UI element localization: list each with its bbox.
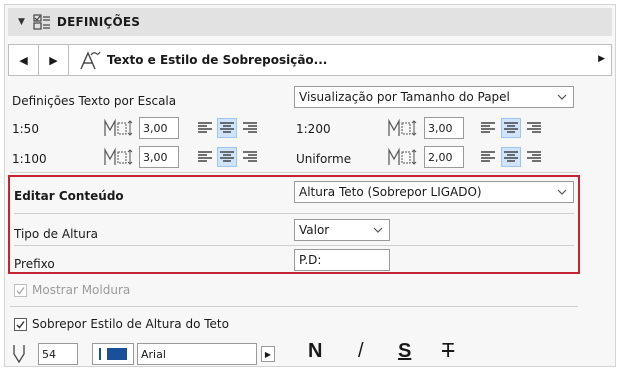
triangle-right-icon: ▶ [49,53,58,67]
font-name-input[interactable]: Arial [137,343,257,365]
align-center-button[interactable] [501,147,521,167]
next-button[interactable]: ▶ [39,45,69,75]
pen-icon [13,345,25,364]
underline-button[interactable]: S [398,340,411,363]
section-header[interactable]: ▼ DEFINIÇÕES [8,8,612,36]
triangle-left-icon: ◀ [19,53,28,67]
height-type-label: Tipo de Altura [14,227,99,241]
divider [10,172,578,173]
chevron-down-icon [557,94,567,100]
align-left-icon [481,151,495,162]
edit-content-label: Editar Conteúdo [14,189,124,203]
scale-uniform-size-input[interactable]: 2,00 [424,146,464,168]
color-bar-icon [99,348,101,360]
scale-mode-dropdown[interactable]: Visualização por Tamanho do Papel [294,86,574,108]
align-right-button[interactable] [240,118,260,138]
override-style-checkbox[interactable] [14,318,27,331]
text-size-icon [388,118,417,136]
align-left-icon [481,122,495,133]
prefix-input[interactable]: P.D: [294,249,390,271]
style-title-button[interactable]: Texto e Estilo de Sobreposição... [107,53,327,67]
align-center-icon [504,122,518,133]
align-left-button[interactable] [478,147,498,167]
edit-content-dropdown[interactable]: Altura Teto (Sobrepor LIGADO) [294,181,574,203]
edit-content-value: Altura Teto (Sobrepor LIGADO) [299,185,482,199]
text-style-icon [80,51,101,70]
scale-row-1-left-label: 1:50 [12,122,39,136]
align-right-icon [243,151,257,162]
font-menu-button[interactable]: ▶ [261,346,275,362]
scale-row-2-right-label: Uniforme [296,152,352,166]
align-center-button[interactable] [501,118,521,138]
scale-row-1-right-label: 1:200 [296,122,331,136]
align-right-icon [527,151,541,162]
scale-label: Definições Texto por Escala [12,94,177,108]
chevron-down-icon [373,227,383,233]
align-left-icon [198,122,212,133]
scale-1-100-size-input[interactable]: 3,00 [139,146,179,168]
triangle-right-small-icon[interactable]: ▶ [598,54,605,64]
text-size-icon [104,118,133,136]
prev-button[interactable]: ◀ [9,45,39,75]
height-type-dropdown[interactable]: Valor [294,219,390,241]
height-type-value: Valor [299,223,330,237]
prefix-value: P.D: [299,253,322,267]
text-size-icon [388,147,417,165]
align-center-icon [504,151,518,162]
italic-button[interactable]: / [358,340,364,363]
show-frame-checkbox[interactable] [14,284,27,297]
strikethrough-button[interactable]: T [442,340,454,363]
align-left-icon [198,151,212,162]
align-center-icon [220,151,234,162]
divider [14,213,574,214]
align-right-button[interactable] [240,147,260,167]
scale-1-200-size-input[interactable]: 3,00 [424,117,464,139]
triangle-down-icon[interactable]: ▼ [18,17,25,27]
checkmark-icon [16,287,25,295]
align-right-button[interactable] [524,118,544,138]
align-center-button[interactable] [217,118,237,138]
align-left-button[interactable] [478,118,498,138]
triangle-right-icon: ▶ [264,349,272,359]
prefix-label: Prefixo [14,257,55,271]
section-title: DEFINIÇÕES [56,15,141,29]
text-color-picker[interactable] [92,343,134,365]
align-right-icon [527,122,541,133]
chevron-down-icon [557,189,567,195]
align-center-button[interactable] [217,147,237,167]
align-right-icon [243,122,257,133]
pen-number-input[interactable]: 54 [38,343,78,365]
align-right-button[interactable] [524,147,544,167]
align-left-button[interactable] [195,118,215,138]
scale-1-50-size-input[interactable]: 3,00 [139,117,179,139]
show-frame-label: Mostrar Moldura [32,283,131,297]
divider [10,306,578,307]
divider [14,245,574,246]
bold-button[interactable]: N [308,340,322,363]
align-left-button[interactable] [195,147,215,167]
align-center-icon [220,122,234,133]
text-size-icon [104,147,133,165]
settings-list-icon [33,14,50,30]
style-navbar: ◀ ▶ Texto e Estilo de Sobreposição... ▶ [8,44,612,76]
override-style-label: Sobrepor Estilo de Altura do Teto [32,317,229,331]
scale-mode-value: Visualização por Tamanho do Papel [299,90,510,104]
color-swatch [107,348,127,360]
checkmark-icon [16,321,25,329]
scale-row-2-left-label: 1:100 [12,152,47,166]
